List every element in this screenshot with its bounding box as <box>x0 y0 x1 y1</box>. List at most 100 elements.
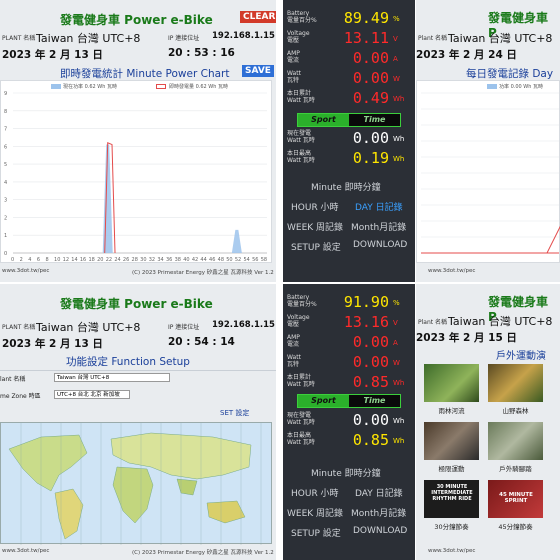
footer-link-video[interactable]: www.3dot.tw/pec <box>428 548 475 554</box>
day-chart: 功率 0.00 Wh 瓦時 <box>416 80 560 263</box>
reading-value: 0.00 <box>352 353 389 371</box>
menu-download-b[interactable]: DOWNLOAD <box>353 526 407 536</box>
x-tick-label: 28 <box>132 257 138 263</box>
reading-label: 現在發電 <box>287 412 312 419</box>
plant-label: PLANT 名稱 <box>2 35 36 42</box>
x-tick-label: 34 <box>157 257 163 263</box>
video-thumb-outdoor-ride[interactable] <box>488 422 543 460</box>
x-tick-label: 6 <box>37 257 40 263</box>
reading-sublabel: 瓦特 <box>287 77 300 84</box>
menu-hour-b[interactable]: HOUR 小時 <box>291 486 339 499</box>
menu-download[interactable]: DOWNLOAD <box>353 240 407 250</box>
x-tick-label: 36 <box>166 257 172 263</box>
menu-day-b[interactable]: DAY 日記錄 <box>355 486 403 499</box>
plant-name-input[interactable]: Taiwan 台灣 UTC+8 <box>54 373 170 382</box>
reading-unit: V <box>393 35 398 43</box>
reading-label: 本日累計 <box>287 374 312 381</box>
reading-value: 89.49 <box>343 9 389 27</box>
day-subtitle: 每日發電記錄 Day <box>466 68 554 80</box>
minute-chart: 現在功率 0.62 Wh 瓦時 即時發電量 0.62 Wh 瓦時 0123456… <box>0 80 272 263</box>
video-thumb-45min[interactable]: 45 MINUTE SPRINT <box>488 480 543 518</box>
footer-link[interactable]: www.3dot.tw/pec <box>2 268 49 274</box>
video-thumb-extreme[interactable] <box>424 422 479 460</box>
video-caption: 45分鐘節奏 <box>498 523 533 531</box>
y-tick-label: 9 <box>4 91 7 97</box>
x-tick-label: 22 <box>106 257 112 263</box>
reading-label: AMP <box>287 50 300 57</box>
menu-day[interactable]: DAY 日記錄 <box>355 200 403 213</box>
date-text-video: 2023 年 2 月 15 日 <box>416 332 517 344</box>
x-tick-label: 14 <box>71 257 77 263</box>
video-overlay-text: 30 MINUTE INTERMEDIATE RHYTHM RIDE <box>431 484 473 502</box>
video-caption: 山野森林 <box>502 407 529 415</box>
timezone-map[interactable] <box>0 422 272 545</box>
chart-subtitle: 即時發電統計 Minute Power Chart <box>60 68 230 80</box>
menu-setup-b[interactable]: SETUP 設定 <box>291 526 341 539</box>
world-map-svg <box>8 423 262 545</box>
footer-link-right[interactable]: www.3dot.tw/pec <box>428 268 475 274</box>
x-tick-label: 24 <box>114 257 120 263</box>
menu-month-b[interactable]: Month月記錄 <box>351 506 406 519</box>
reading-unit: V <box>393 319 398 327</box>
menu-week[interactable]: WEEK 周記錄 <box>287 220 343 233</box>
reading-label: 本日最高 <box>287 150 312 157</box>
video-thumb-rainforest[interactable] <box>424 364 479 402</box>
sport-time-banner: Sport Time <box>297 113 401 127</box>
y-tick-label: 4 <box>4 180 7 186</box>
menu-hour[interactable]: HOUR 小時 <box>291 200 339 213</box>
timezone-label: me Zone 時區 <box>0 393 41 400</box>
x-tick-label: 50 <box>226 257 232 263</box>
reading-label: Voltage <box>287 314 310 321</box>
menu-setup[interactable]: SETUP 設定 <box>291 240 341 253</box>
menu-month[interactable]: Month月記錄 <box>351 220 406 233</box>
menu-minute[interactable]: Minute 即時分鐘 <box>311 180 381 193</box>
x-tick-label: 16 <box>80 257 86 263</box>
reading-unit: Wh <box>393 95 405 103</box>
reading-sublabel: 電壓 <box>287 321 300 328</box>
reading-label: AMP <box>287 334 300 341</box>
reading-unit: A <box>393 339 398 347</box>
date-text-setup: 2023 年 2 月 13 日 <box>2 338 103 350</box>
x-tick-label: 10 <box>54 257 60 263</box>
reading-unit: Wh <box>393 379 405 387</box>
date-text-right: 2023 年 2 月 24 日 <box>416 49 517 61</box>
plant-name-video: Taiwan 台灣 UTC+8 <box>448 315 553 328</box>
x-tick-label: 30 <box>140 257 146 263</box>
x-tick-label: 38 <box>175 257 181 263</box>
x-tick-label: 44 <box>200 257 206 263</box>
ip-label-setup: IP 連接位址 <box>168 324 200 331</box>
sport-label: Sport <box>298 114 349 126</box>
clear-button[interactable]: CLEAR <box>240 11 276 23</box>
ip-address: 192.168.1.15 <box>212 31 275 41</box>
y-tick-label: 5 <box>4 162 7 168</box>
reading-value: 0.00 <box>352 49 389 67</box>
set-button[interactable]: SET 設定 <box>220 408 249 418</box>
divider <box>0 370 276 371</box>
menu-minute-b[interactable]: Minute 即時分鐘 <box>311 466 381 479</box>
reading-sublabel: Watt 瓦時 <box>287 381 315 388</box>
reading-sublabel: Watt 瓦時 <box>287 137 315 144</box>
save-button[interactable]: SAVE <box>242 65 274 77</box>
sport-label-bottom: Sport <box>298 395 349 407</box>
x-tick-label: 18 <box>88 257 94 263</box>
app-title: 發電健身車 Power e-Bike <box>60 13 213 27</box>
y-tick-label: 8 <box>4 109 7 115</box>
footer-link-setup[interactable]: www.3dot.tw/pec <box>2 548 49 554</box>
y-tick-label: 2 <box>4 215 7 221</box>
video-caption: 戶外騎腳踏 <box>499 465 532 473</box>
x-tick-label: 56 <box>252 257 258 263</box>
plant-name-setup: Taiwan 台灣 UTC+8 <box>36 321 141 334</box>
x-tick-label: 2 <box>20 257 23 263</box>
menu-week-b[interactable]: WEEK 周記錄 <box>287 506 343 519</box>
video-caption: 雨林河流 <box>438 407 465 415</box>
reading-label: Battery <box>287 294 310 301</box>
video-thumb-forest[interactable] <box>488 364 543 402</box>
reading-sublabel: 電流 <box>287 341 300 348</box>
y-tick-label: 6 <box>4 144 7 150</box>
timezone-select[interactable]: UTC+8 台北 北京 新加坡 <box>54 390 130 399</box>
ip-label: IP 連接位址 <box>168 35 200 42</box>
reading-value: 0.00 <box>352 129 389 147</box>
x-tick-label: 0 <box>11 257 14 263</box>
video-thumb-30min[interactable]: 30 MINUTE INTERMEDIATE RHYTHM RIDE <box>424 480 479 518</box>
video-caption: 極限運動 <box>438 465 465 473</box>
